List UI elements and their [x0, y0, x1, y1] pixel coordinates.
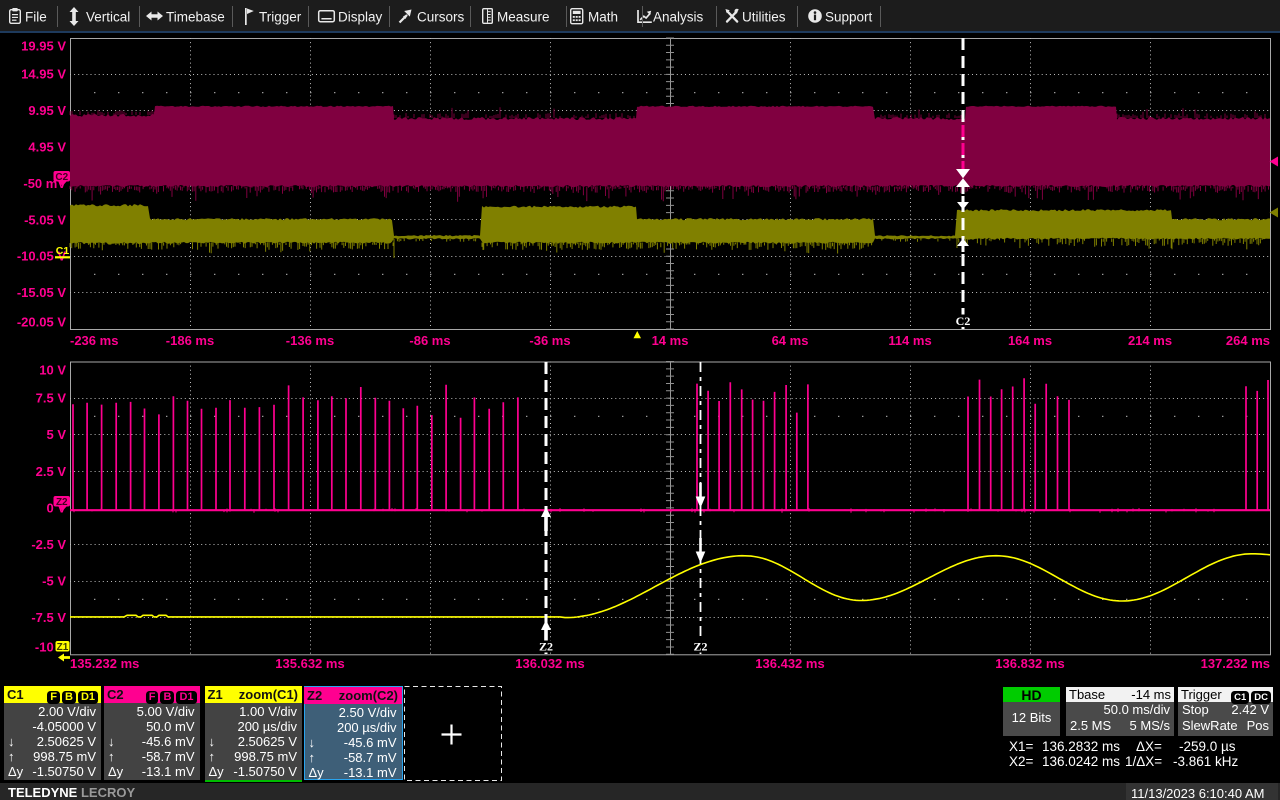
svg-text:Vertical: Vertical — [86, 10, 130, 25]
svg-text:Z1: Z1 — [57, 642, 69, 653]
svg-text:Z2: Z2 — [56, 497, 68, 508]
svg-text:-236 ms: -236 ms — [70, 333, 118, 348]
svg-text:7.5 V: 7.5 V — [36, 391, 67, 406]
svg-text:136.832 ms: 136.832 ms — [995, 656, 1064, 671]
svg-text:264 ms: 264 ms — [1226, 333, 1270, 348]
svg-text:File: File — [25, 10, 47, 25]
svg-text:136.032 ms: 136.032 ms — [515, 656, 584, 671]
svg-text:-7.5 V: -7.5 V — [31, 610, 66, 625]
svg-text:5 V: 5 V — [46, 427, 66, 442]
svg-text:C2: C2 — [956, 314, 971, 328]
svg-text:4.95 V: 4.95 V — [28, 140, 66, 155]
svg-text:214 ms: 214 ms — [1128, 333, 1172, 348]
svg-text:-86 ms: -86 ms — [409, 333, 450, 348]
svg-text:Z2: Z2 — [693, 640, 707, 654]
svg-text:-36 ms: -36 ms — [529, 333, 570, 348]
svg-text:114 ms: 114 ms — [888, 333, 931, 348]
svg-text:-186 ms: -186 ms — [166, 333, 214, 348]
svg-text:Display: Display — [338, 10, 383, 25]
svg-text:-5.05 V: -5.05 V — [24, 212, 66, 227]
svg-text:9.95 V: 9.95 V — [28, 103, 66, 118]
svg-text:64 ms: 64 ms — [772, 333, 809, 348]
svg-text:Timebase: Timebase — [166, 10, 225, 25]
svg-text:Math: Math — [588, 10, 618, 25]
svg-text:Z2: Z2 — [539, 640, 553, 654]
svg-text:C2: C2 — [55, 172, 68, 183]
svg-text:2.5 V: 2.5 V — [36, 464, 67, 479]
svg-text:-136 ms: -136 ms — [286, 333, 334, 348]
svg-text:-2.5 V: -2.5 V — [31, 537, 66, 552]
svg-text:135.632 ms: 135.632 ms — [275, 656, 344, 671]
svg-text:10 V: 10 V — [39, 363, 66, 378]
svg-text:14.95 V: 14.95 V — [21, 67, 66, 82]
svg-text:Trigger: Trigger — [259, 10, 302, 25]
svg-text:136.432 ms: 136.432 ms — [755, 656, 824, 671]
svg-text:Analysis: Analysis — [653, 10, 704, 25]
svg-text:135.232 ms: 135.232 ms — [70, 656, 139, 671]
svg-text:14 ms: 14 ms — [652, 333, 689, 348]
svg-text:-20.05 V: -20.05 V — [17, 315, 66, 330]
svg-text:Cursors: Cursors — [417, 10, 465, 25]
svg-text:-5 V: -5 V — [42, 574, 66, 589]
svg-text:Support: Support — [825, 10, 873, 25]
svg-text:C1: C1 — [56, 245, 70, 257]
svg-text:164 ms: 164 ms — [1008, 333, 1052, 348]
svg-text:-15.05 V: -15.05 V — [17, 285, 66, 300]
svg-text:Measure: Measure — [497, 10, 550, 25]
svg-text:19.95 V: 19.95 V — [21, 39, 66, 54]
svg-text:Utilities: Utilities — [742, 10, 786, 25]
svg-text:137.232 ms: 137.232 ms — [1201, 656, 1270, 671]
